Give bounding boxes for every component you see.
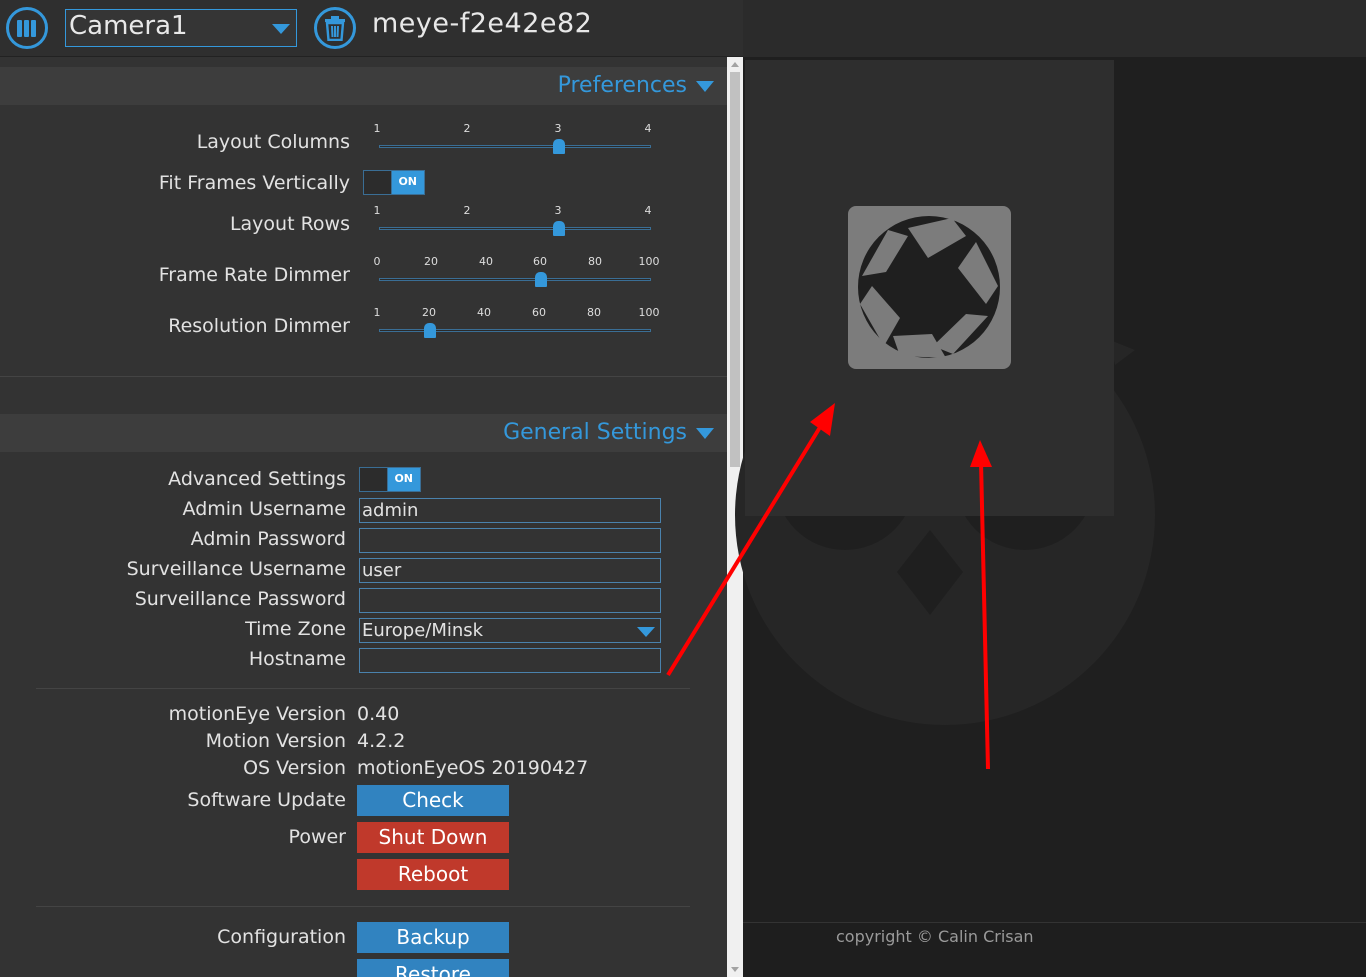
triangle-down-icon: [696, 428, 714, 439]
toggle-knob: [364, 171, 392, 194]
time-zone-select[interactable]: Europe/Minsk: [359, 618, 661, 643]
os-version-value: motionEyeOS 20190427: [357, 757, 589, 779]
fit-frames-label: Fit Frames Vertically: [158, 172, 350, 194]
layout-columns-label: Layout Columns: [196, 131, 350, 153]
admin-username-field[interactable]: admin: [359, 498, 661, 523]
power-label: Power: [288, 826, 346, 848]
hostname-label: Hostname: [248, 648, 346, 670]
surveillance-username-label: Surveillance Username: [126, 558, 346, 580]
tick: 3: [554, 122, 562, 135]
resolution-dimmer-thumb[interactable]: [424, 323, 436, 338]
settings-scrollbar[interactable]: [727, 57, 743, 977]
layout-columns-slider[interactable]: [379, 145, 651, 148]
layout-rows-thumb[interactable]: [553, 221, 565, 236]
layout-rows-label: Layout Rows: [229, 213, 350, 235]
tick: 40: [479, 255, 493, 268]
tick: 0: [373, 255, 381, 268]
toggle-state: ON: [394, 472, 413, 485]
surveillance-username-field[interactable]: user: [359, 558, 661, 583]
preferences-header[interactable]: Preferences: [0, 67, 727, 105]
tick: 1: [373, 204, 381, 217]
scroll-down-icon[interactable]: [731, 967, 739, 972]
general-settings-title: General Settings: [503, 420, 687, 445]
settings-panel: Preferences Layout Columns 1 2 3 4 Fit F…: [0, 57, 727, 977]
backup-button[interactable]: Backup: [357, 922, 509, 953]
top-bar: Camera1 meye-f2e42e82: [0, 0, 1366, 57]
surveillance-password-label: Surveillance Password: [134, 588, 346, 610]
reboot-button[interactable]: Reboot: [357, 859, 509, 890]
camera-aperture-icon: [848, 206, 1011, 369]
divider: [36, 906, 690, 907]
trash-icon[interactable]: [314, 7, 356, 49]
tick: 80: [587, 306, 601, 319]
menu-icon[interactable]: [6, 7, 48, 49]
tick: 1: [373, 306, 381, 319]
tick: 100: [638, 306, 660, 319]
resolution-dimmer-label: Resolution Dimmer: [168, 315, 350, 337]
fit-frames-toggle[interactable]: ON: [363, 170, 425, 195]
layout-columns-thumb[interactable]: [553, 139, 565, 154]
tick: 80: [588, 255, 602, 268]
hostname-field[interactable]: [359, 648, 661, 673]
chevron-down-icon: [272, 24, 290, 34]
camera-select[interactable]: Camera1: [65, 9, 297, 47]
tick: 60: [532, 306, 546, 319]
layout-rows-slider[interactable]: [379, 227, 651, 230]
surveillance-password-field[interactable]: [359, 588, 661, 613]
admin-password-label: Admin Password: [190, 528, 346, 550]
divider: [36, 688, 690, 689]
footer: copyright © Calin Crisan: [743, 922, 1366, 977]
motion-version-value: 4.2.2: [357, 730, 406, 752]
tick: 2: [463, 204, 471, 217]
host-title: meye-f2e42e82: [372, 8, 593, 39]
tick: 20: [424, 255, 438, 268]
check-update-button[interactable]: Check: [357, 785, 509, 816]
software-update-label: Software Update: [187, 789, 346, 811]
frame-rate-dimmer-thumb[interactable]: [535, 272, 547, 287]
toggle-state: ON: [398, 175, 417, 188]
os-version-label: OS Version: [243, 757, 346, 779]
tick: 100: [638, 255, 660, 268]
triangle-down-icon: [696, 81, 714, 92]
admin-username-label: Admin Username: [182, 498, 346, 520]
camera-select-value: Camera1: [69, 11, 188, 41]
tick: 4: [644, 122, 652, 135]
motioneye-version-value: 0.40: [357, 703, 400, 725]
tick: 40: [477, 306, 491, 319]
tick: 4: [644, 204, 652, 217]
motion-version-label: Motion Version: [205, 730, 346, 752]
general-settings-header[interactable]: General Settings: [0, 414, 727, 452]
motioneye-version-label: motionEye Version: [168, 703, 346, 725]
divider: [0, 376, 727, 377]
configuration-label: Configuration: [217, 926, 346, 948]
frame-rate-dimmer-slider[interactable]: [379, 278, 651, 281]
frame-rate-dimmer-label: Frame Rate Dimmer: [158, 264, 350, 286]
scrollbar-thumb[interactable]: [730, 72, 740, 467]
top-bar-right: [743, 0, 1366, 57]
shut-down-button[interactable]: Shut Down: [357, 822, 509, 853]
preferences-title: Preferences: [557, 73, 687, 98]
resolution-dimmer-slider[interactable]: [379, 329, 651, 332]
scroll-up-icon[interactable]: [731, 62, 739, 67]
tick: 60: [533, 255, 547, 268]
advanced-settings-label: Advanced Settings: [168, 468, 346, 490]
time-zone-value: Europe/Minsk: [362, 620, 484, 641]
restore-button[interactable]: Restore: [357, 959, 509, 977]
tick: 1: [373, 122, 381, 135]
toggle-knob: [360, 468, 388, 491]
tick: 2: [463, 122, 471, 135]
tick: 3: [554, 204, 562, 217]
advanced-settings-toggle[interactable]: ON: [359, 467, 421, 492]
admin-password-field[interactable]: [359, 528, 661, 553]
chevron-down-icon: [637, 627, 655, 637]
tick: 20: [422, 306, 436, 319]
copyright-text: copyright © Calin Crisan: [836, 927, 1034, 946]
time-zone-label: Time Zone: [245, 618, 346, 640]
